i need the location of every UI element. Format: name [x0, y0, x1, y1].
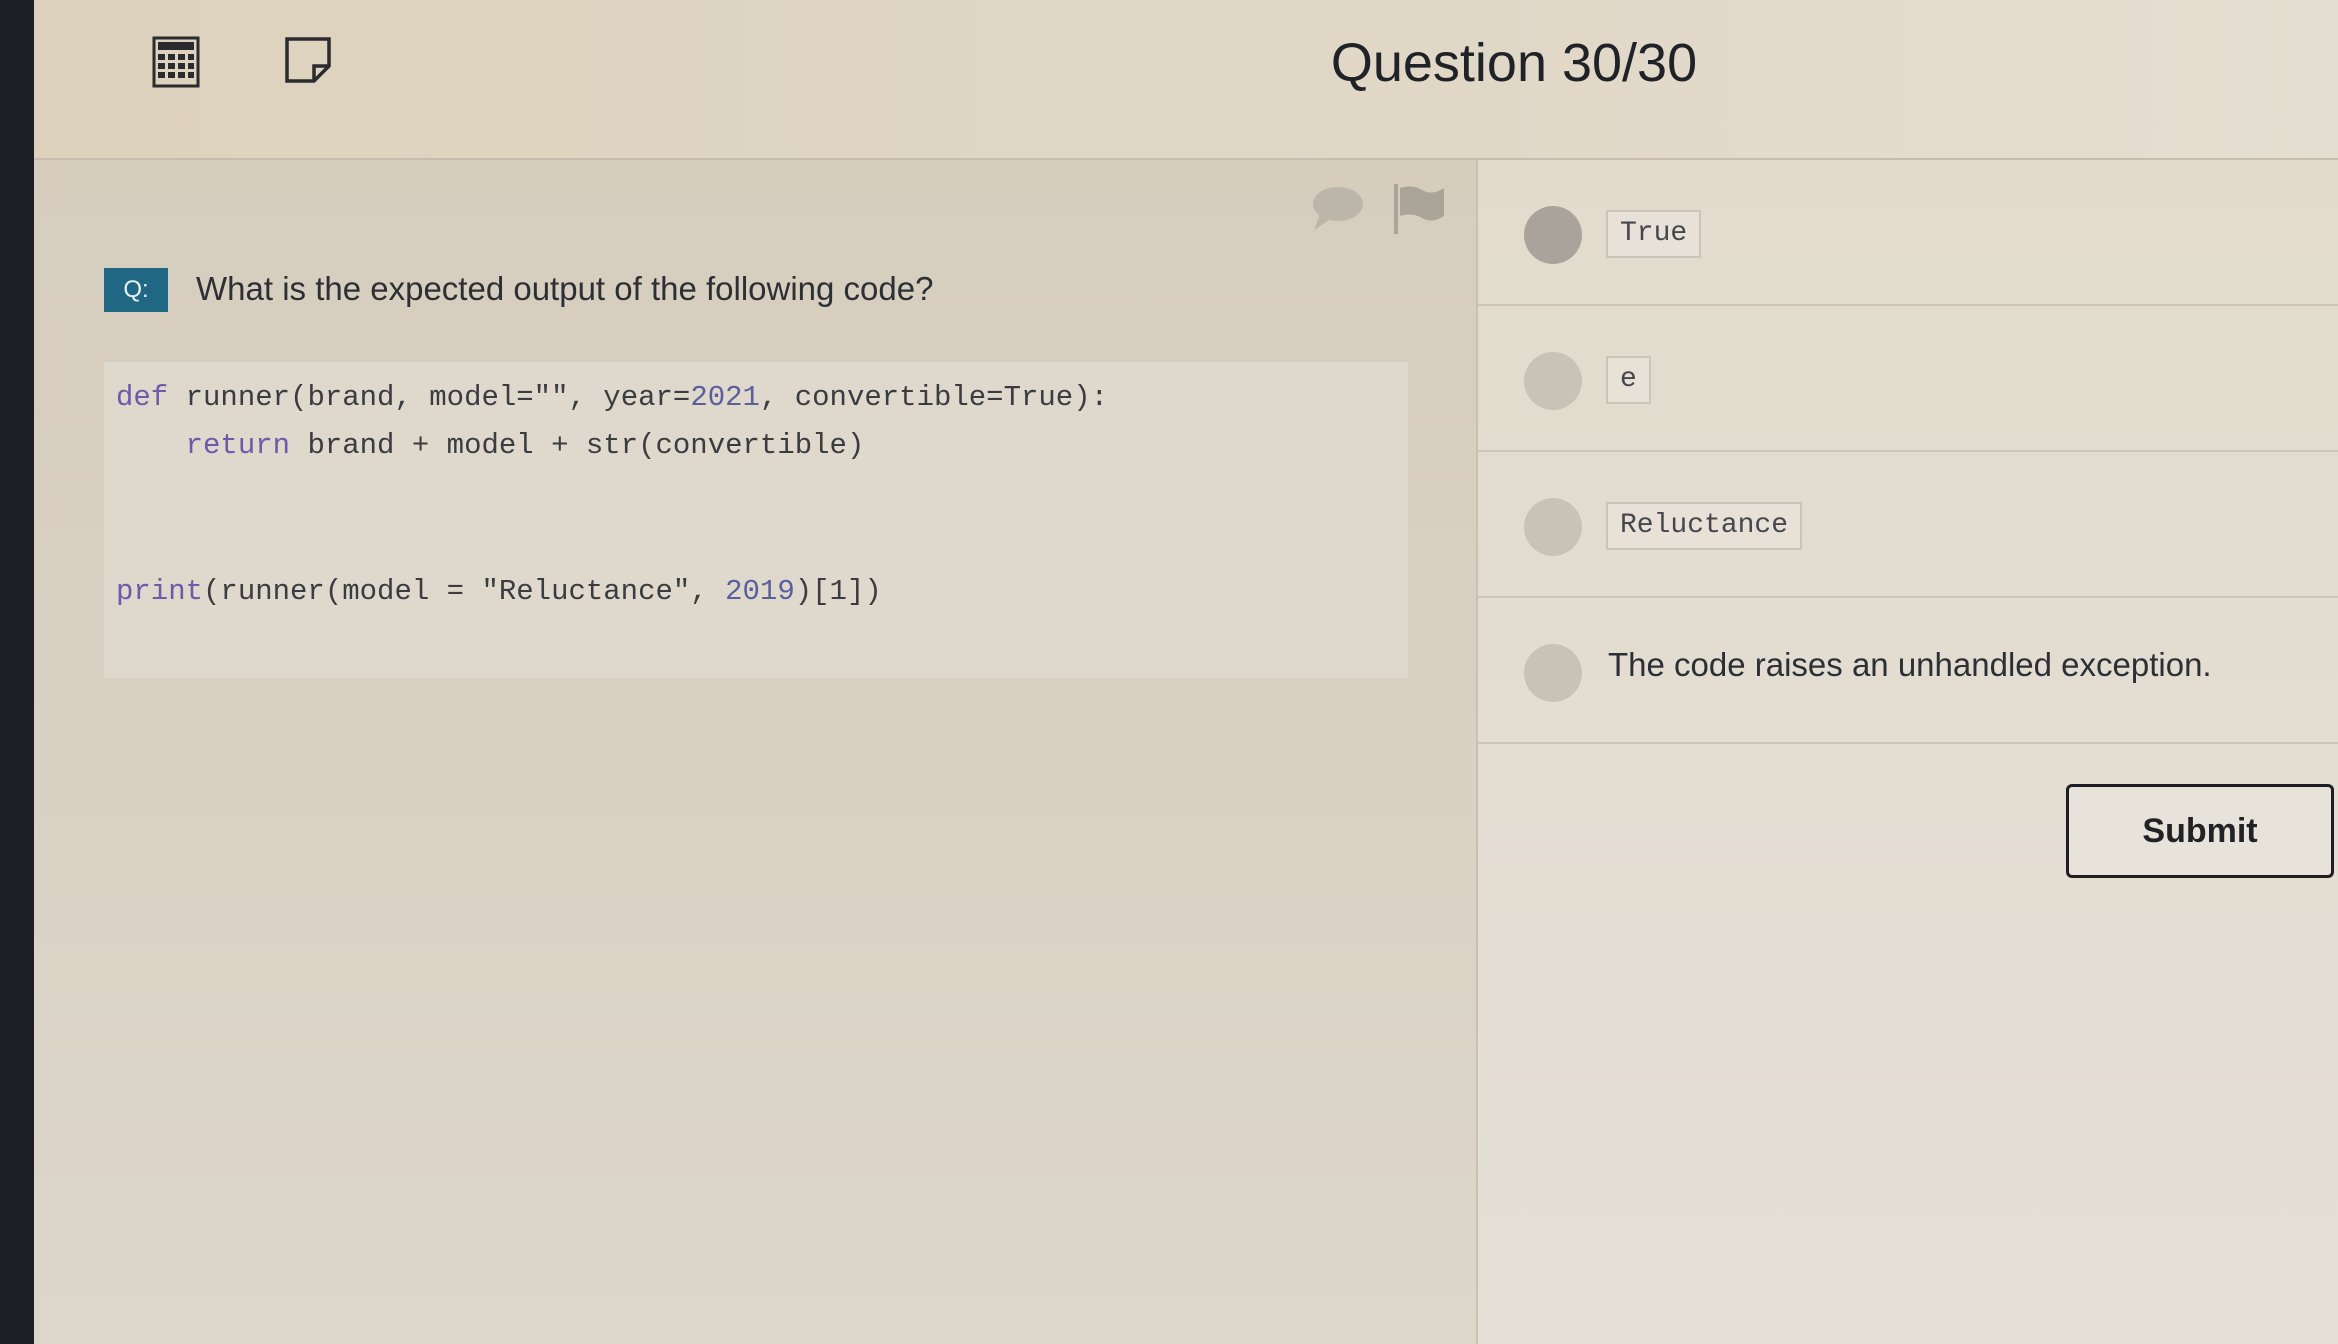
option-label: The code raises an unhandled exception. — [1608, 646, 2212, 683]
radio-button[interactable] — [1524, 644, 1582, 702]
code-line-3: print(runner(model = "Reluctance", 2019)… — [116, 572, 882, 612]
code-keyword: print — [116, 575, 204, 608]
radio-button[interactable] — [1524, 352, 1582, 410]
note-icon[interactable] — [284, 36, 332, 84]
code-block: def runner(brand, model="", year=2021, c… — [104, 362, 1408, 678]
code-text: brand + model + str(convertible) — [290, 429, 865, 462]
code-keyword: return — [185, 429, 291, 462]
option-label: Reluctance — [1606, 502, 1803, 550]
quiz-screen: Question 30/30 Q: What is the expected o… — [34, 0, 2338, 1344]
code-text: , convertible=True): — [759, 381, 1108, 414]
code-number: 2019 — [725, 575, 795, 608]
answer-option[interactable]: True — [1478, 160, 2338, 306]
radio-button[interactable] — [1524, 206, 1582, 264]
top-bar: Question 30/30 — [34, 0, 2338, 160]
question-pane: Q: What is the expected output of the fo… — [34, 160, 1476, 1344]
question-badge: Q: — [104, 268, 168, 312]
option-label: True — [1606, 210, 1702, 258]
answer-option[interactable]: The code raises an unhandled exception. — [1478, 598, 2338, 744]
code-text: (runner(model = "Reluctance", — [203, 575, 726, 608]
question-counter: Question 30/30 — [1330, 33, 1698, 93]
radio-button[interactable] — [1524, 498, 1582, 556]
code-line-1: def runner(brand, model="", year=2021, c… — [116, 378, 1108, 418]
code-text: runner(brand, model="", year= — [168, 381, 691, 414]
option-label: e — [1606, 356, 1651, 404]
calculator-icon[interactable] — [152, 36, 200, 88]
submit-button[interactable]: Submit — [2066, 784, 2334, 878]
comment-icon[interactable] — [1310, 184, 1364, 234]
flag-icon[interactable] — [1392, 182, 1446, 236]
code-line-2: return brand + model + str(convertible) — [116, 426, 865, 466]
code-text: )[1]) — [794, 575, 882, 608]
answer-option[interactable]: Reluctance — [1478, 452, 2338, 598]
answer-pane: True e Reluctance The code raises an unh… — [1476, 160, 2338, 1344]
answer-option[interactable]: e — [1478, 306, 2338, 452]
code-number: 2021 — [690, 381, 760, 414]
question-text: What is the expected output of the follo… — [196, 270, 934, 307]
code-keyword: def — [116, 381, 169, 414]
